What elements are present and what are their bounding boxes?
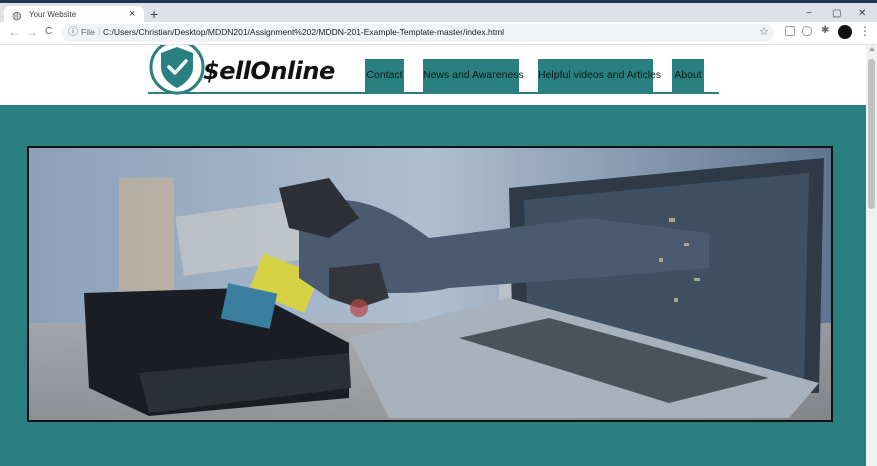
scroll-thumb[interactable] [868, 59, 875, 209]
header-divider [148, 92, 719, 94]
globe-icon: ◍ [12, 10, 22, 22]
forward-icon[interactable]: → [26, 25, 38, 39]
shield-extension-icon[interactable] [802, 26, 812, 36]
page-scrollbar[interactable] [866, 45, 877, 466]
shield-check-logo-icon[interactable] [148, 45, 206, 97]
tab-close-icon[interactable]: × [129, 8, 135, 20]
nav-news-and-awareness[interactable]: News and Awareness [423, 59, 524, 92]
site-logo-text[interactable]: $ellOnline [203, 57, 335, 85]
hero-image [27, 146, 833, 422]
puzzle-icon[interactable]: ✱ [821, 25, 829, 36]
back-icon[interactable]: ← [8, 25, 20, 39]
star-icon[interactable]: ☆ [759, 25, 769, 38]
browser-toolbar: ← → C ⓘ File | C:/Users/Christian/Deskto… [0, 22, 877, 45]
hero-section [0, 105, 866, 466]
info-icon[interactable]: ⓘ [68, 26, 78, 40]
nav-about[interactable]: About [672, 59, 704, 92]
laptop-theft-illustration [29, 148, 831, 420]
kebab-menu-icon[interactable]: ⋮ [859, 24, 871, 38]
extension-icon[interactable] [785, 26, 795, 36]
page-viewport: $ellOnline Contact News and Awareness He… [0, 45, 866, 466]
tab-title: Your Website [29, 10, 77, 19]
scheme-separator: | [98, 26, 101, 36]
address-bar[interactable]: ⓘ File | C:/Users/Christian/Desktop/MDDN… [62, 24, 774, 42]
nav-helpful-videos[interactable]: Helpful videos and Articles [538, 59, 661, 92]
url-text[interactable]: C:/Users/Christian/Desktop/MDDN201/Assig… [103, 27, 504, 37]
nav-contact[interactable]: Contact [365, 59, 404, 92]
site-header: $ellOnline Contact News and Awareness He… [0, 45, 866, 105]
maximize-icon[interactable]: ▢ [832, 8, 841, 19]
reload-icon[interactable]: C [45, 25, 52, 39]
new-tab-button[interactable]: + [150, 6, 158, 22]
close-window-icon[interactable]: ✕ [858, 8, 866, 19]
scroll-up-icon[interactable] [869, 47, 875, 51]
scheme-label: File [81, 27, 95, 37]
minimize-icon[interactable]: − [806, 8, 812, 19]
profile-avatar[interactable] [838, 25, 852, 39]
tab-bar: ◍ Your Website × + − ▢ ✕ [0, 3, 877, 25]
